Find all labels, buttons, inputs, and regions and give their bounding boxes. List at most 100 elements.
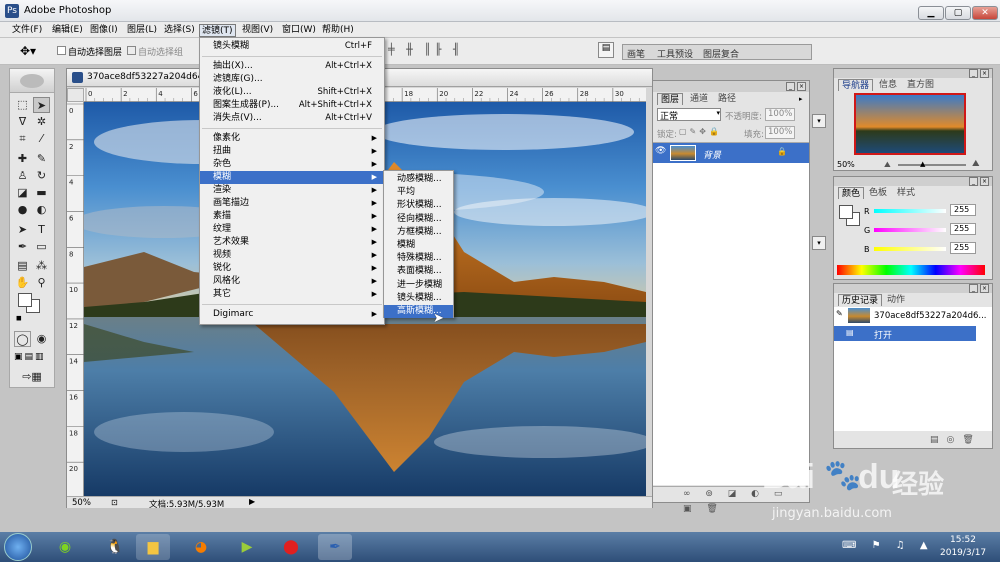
- 360-browser-icon[interactable]: ◉: [48, 534, 82, 560]
- filter-menu-item[interactable]: 锐化 ▶: [200, 262, 384, 275]
- blur-submenu-item[interactable]: 进一步模糊: [384, 279, 453, 292]
- close-icon[interactable]: ×: [980, 177, 989, 186]
- blur-tool-icon[interactable]: ●: [14, 202, 31, 218]
- start-button[interactable]: [4, 533, 32, 561]
- tab-layers[interactable]: 图层: [657, 93, 684, 105]
- filter-menu-item[interactable]: 渲染 ▶: [200, 184, 384, 197]
- menu-file[interactable]: 文件(F): [10, 24, 44, 37]
- tab-layer-comps[interactable]: 图层复合: [703, 47, 739, 60]
- blur-submenu-item[interactable]: 动感模糊...: [384, 173, 453, 186]
- r-slider[interactable]: [874, 209, 946, 213]
- screen-mode-icons[interactable]: ▣▤▥: [14, 352, 46, 362]
- quick-mask-icon[interactable]: ◉: [33, 331, 50, 347]
- filter-menu-item[interactable]: 图案生成器(P)... Alt+Shift+Ctrl+X: [200, 99, 384, 112]
- menu-filter[interactable]: 滤镜(T): [199, 24, 236, 37]
- filter-menu-item[interactable]: 消失点(V)... Alt+Ctrl+V: [200, 112, 384, 125]
- photoshop-taskbar-icon[interactable]: ✒: [318, 534, 352, 560]
- minimize-button[interactable]: ▁: [918, 6, 944, 20]
- media-icon[interactable]: ▶: [230, 534, 264, 560]
- tab-brushes[interactable]: 画笔: [627, 47, 645, 60]
- move-tool-icon[interactable]: ✥▾: [20, 44, 36, 58]
- record-icon[interactable]: ⬤: [274, 534, 308, 560]
- minimize-icon[interactable]: _: [969, 69, 978, 78]
- move-tool-icon[interactable]: ➤: [33, 97, 50, 113]
- filter-menu-item[interactable]: 视频 ▶: [200, 249, 384, 262]
- lock-icons[interactable]: ▢✎✥🔒: [679, 127, 722, 136]
- qq-icon[interactable]: 🐧: [98, 534, 132, 560]
- snapshot-brush-icon[interactable]: ✎: [836, 309, 846, 321]
- filter-menu-item[interactable]: 镜头模糊 Ctrl+F: [200, 40, 384, 53]
- close-icon[interactable]: ×: [980, 284, 989, 293]
- firefox-icon[interactable]: ◕: [184, 534, 218, 560]
- filter-menu-item[interactable]: 素描 ▶: [200, 210, 384, 223]
- fill-field[interactable]: 100%: [765, 126, 795, 139]
- foreground-color-swatch[interactable]: [18, 293, 32, 307]
- filter-menu-item[interactable]: 纹理 ▶: [200, 223, 384, 236]
- navigator-zoom[interactable]: 50%: [837, 160, 855, 169]
- filter-menu-item[interactable]: 扭曲 ▶: [200, 145, 384, 158]
- filter-menu-item[interactable]: 杂色 ▶: [200, 158, 384, 171]
- filter-menu-item[interactable]: 画笔描边 ▶: [200, 197, 384, 210]
- zoom-in-icon[interactable]: ⛰: [972, 159, 980, 169]
- filter-menu-item[interactable]: 液化(L)... Shift+Ctrl+X: [200, 86, 384, 99]
- filter-menu-item[interactable]: 模糊 ▶: [200, 171, 384, 184]
- menu-help[interactable]: 帮助(H): [320, 24, 356, 37]
- dropdown-arrow-icon-2[interactable]: ▾: [812, 236, 826, 250]
- auto-select-layer-checkbox[interactable]: [57, 46, 66, 55]
- menu-edit[interactable]: 编辑(E): [50, 24, 85, 37]
- default-colors-icon[interactable]: ◼: [16, 314, 22, 322]
- blur-submenu-item[interactable]: 特殊模糊...: [384, 252, 453, 265]
- navigator-thumbnail[interactable]: [854, 93, 966, 155]
- blur-submenu-item[interactable]: 方框模糊...: [384, 226, 453, 239]
- filter-menu-item[interactable]: 滤镜库(G)...: [200, 73, 384, 86]
- r-field[interactable]: 255: [950, 204, 976, 216]
- filter-menu-item[interactable]: 其它 ▶: [200, 288, 384, 301]
- tab-info[interactable]: 信息: [876, 79, 900, 91]
- blur-submenu-item[interactable]: 镜头模糊...: [384, 292, 453, 305]
- notes-tool-icon[interactable]: ▤: [14, 258, 31, 274]
- ruler-origin[interactable]: [67, 88, 84, 102]
- filter-menu-item[interactable]: 艺术效果 ▶: [200, 236, 384, 249]
- g-slider[interactable]: [874, 228, 946, 232]
- opacity-field[interactable]: 100%: [765, 108, 795, 121]
- gradient-tool-icon[interactable]: ▬: [33, 185, 50, 201]
- blur-submenu-item[interactable]: 形状模糊...: [384, 199, 453, 212]
- menu-window[interactable]: 窗口(W): [280, 24, 318, 37]
- close-icon[interactable]: ×: [980, 69, 989, 78]
- filter-menu-item[interactable]: 风格化 ▶: [200, 275, 384, 288]
- tab-actions[interactable]: 动作: [884, 294, 908, 306]
- minimize-icon[interactable]: _: [786, 82, 795, 91]
- auto-select-group-checkbox[interactable]: [127, 46, 136, 55]
- tab-channels[interactable]: 通道: [687, 93, 711, 105]
- status-icon[interactable]: ⊡: [111, 498, 118, 507]
- eye-icon[interactable]: 👁: [655, 146, 667, 159]
- palette-well-icon[interactable]: ▤: [598, 42, 614, 58]
- align-icons[interactable]: ╪ ╫ ║╟ ╢: [388, 43, 464, 56]
- menu-image[interactable]: 图像(I): [88, 24, 120, 37]
- layer-row-background[interactable]: 👁 背景 🔒: [653, 143, 809, 163]
- snapshot-name[interactable]: 370ace8df53227a204d6...: [874, 311, 987, 321]
- marquee-tool-icon[interactable]: ⬚: [14, 97, 31, 113]
- b-field[interactable]: 255: [950, 242, 976, 254]
- zoom-slider[interactable]: [898, 164, 966, 166]
- blend-mode-select[interactable]: 正常 ▾: [657, 108, 721, 122]
- zoom-out-icon[interactable]: ⛰: [884, 160, 891, 170]
- blur-submenu-item[interactable]: 模糊: [384, 239, 453, 252]
- tray-icons[interactable]: ⌨ ⚑ ♫ ▲: [842, 540, 934, 551]
- tab-paths[interactable]: 路径: [715, 93, 739, 105]
- slice-tool-icon[interactable]: ⁄: [33, 131, 50, 147]
- hand-tool-icon[interactable]: ✋: [14, 275, 31, 291]
- tab-styles[interactable]: 样式: [894, 187, 918, 199]
- eraser-tool-icon[interactable]: ◪: [14, 185, 31, 201]
- minimize-icon[interactable]: _: [969, 177, 978, 186]
- blur-submenu-item[interactable]: 径向模糊...: [384, 213, 453, 226]
- history-brush-icon[interactable]: ↻: [33, 168, 50, 184]
- status-menu-arrow-icon[interactable]: ▶: [249, 497, 255, 506]
- jump-to-imageready-icon[interactable]: ⇨▦: [14, 369, 50, 385]
- g-field[interactable]: 255: [950, 223, 976, 235]
- maximize-button[interactable]: ▢: [945, 6, 971, 20]
- file-explorer-icon[interactable]: ▆: [136, 534, 170, 560]
- zoom-level[interactable]: 50%: [72, 498, 91, 508]
- clock-time[interactable]: 15:52: [950, 535, 976, 545]
- clone-stamp-icon[interactable]: ♙: [14, 168, 31, 184]
